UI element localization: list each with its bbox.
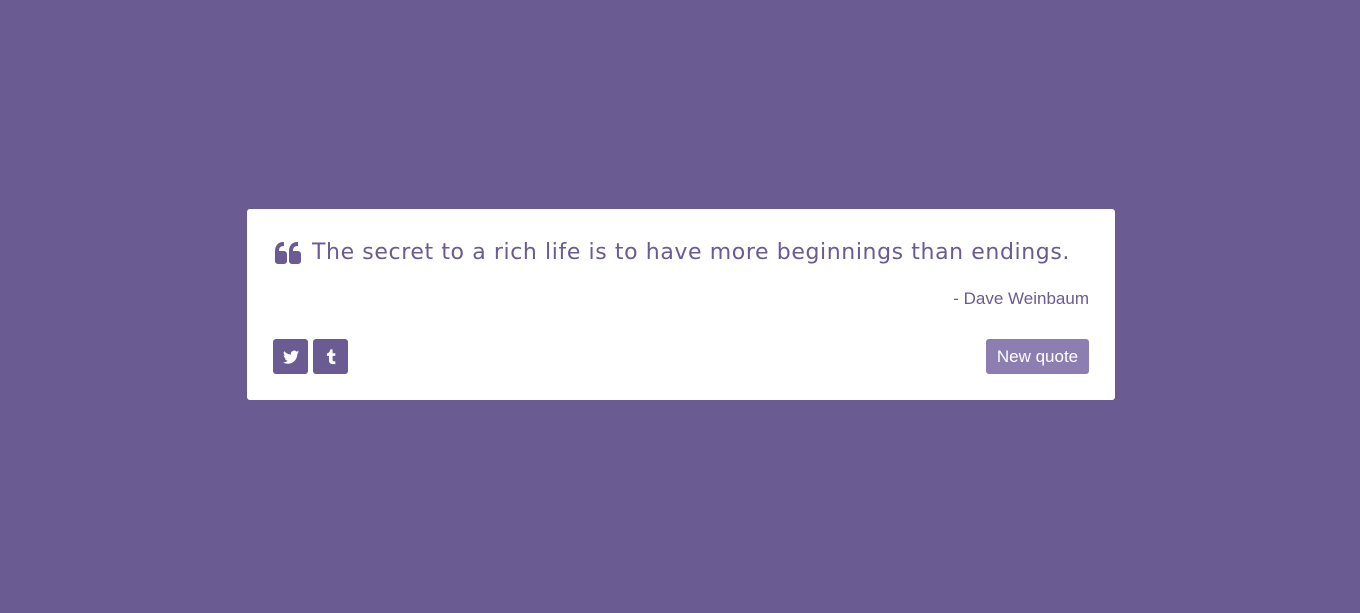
tumblr-icon [322,348,340,366]
quote-line: The secret to a rich life is to have mor… [273,237,1089,269]
social-buttons [273,339,348,374]
tweet-button[interactable] [273,339,308,374]
quote-left-icon [273,241,303,265]
new-quote-button[interactable]: New quote [986,339,1089,374]
quote-text: The secret to a rich life is to have mor… [312,240,1071,265]
quote-actions: New quote [273,339,1089,374]
twitter-icon [282,348,300,366]
tumblr-button[interactable] [313,339,348,374]
quote-box: The secret to a rich life is to have mor… [247,209,1115,400]
quote-author: - Dave Weinbaum [953,289,1089,308]
